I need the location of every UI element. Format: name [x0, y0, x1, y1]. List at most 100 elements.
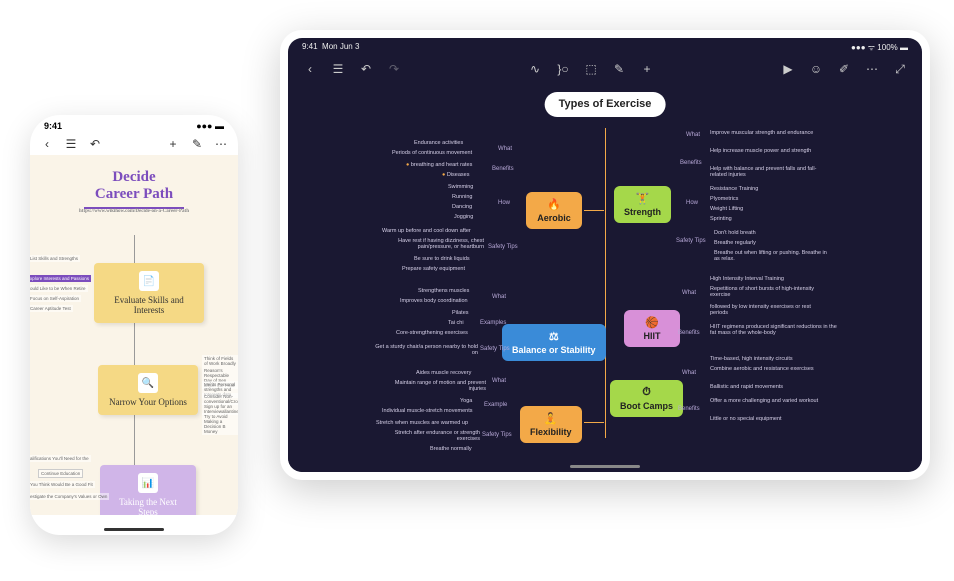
- style-icon[interactable]: ✎: [190, 137, 204, 151]
- redo-icon[interactable]: ↷: [386, 61, 402, 77]
- leaf[interactable]: Improve muscular strength and endurance: [710, 130, 820, 136]
- back-icon[interactable]: ‹: [302, 61, 318, 77]
- outline-icon[interactable]: ☰: [64, 137, 78, 151]
- sublabel: How: [686, 200, 698, 206]
- branch-aerobic[interactable]: 🔥 Aerobic: [526, 192, 582, 229]
- leaf[interactable]: Endurance activities: [414, 140, 463, 146]
- leaf[interactable]: Resistance Training: [710, 186, 758, 192]
- leaf[interactable]: Strengthens muscles: [418, 288, 469, 294]
- mini-leaf[interactable]: Try to Avoid Making a Decision B Money: [202, 413, 238, 435]
- mini-leaf[interactable]: ould Like to be When Retire: [30, 285, 88, 292]
- mini-leaf[interactable]: Continue Education: [38, 469, 83, 478]
- root-node[interactable]: Types of Exercise: [545, 92, 666, 117]
- summary-icon[interactable]: ⬚: [583, 61, 599, 77]
- phone-mockup: 9:41 ●●● ▬ ‹ ☰ ↶ + ✎ ⋯ Decide Career Pat…: [30, 115, 238, 535]
- leaf[interactable]: ● breathing and heart rates: [406, 162, 472, 168]
- leaf[interactable]: Core-strengthening exercises: [396, 330, 468, 336]
- mini-leaf[interactable]: You Think Would Be a Good Fit: [30, 481, 95, 488]
- time: 9:41: [44, 121, 62, 131]
- sublabel: Benefits: [678, 330, 700, 336]
- emoji-icon[interactable]: ☺: [808, 61, 824, 77]
- leaf[interactable]: Tai chi: [448, 320, 464, 326]
- leaf[interactable]: Improves body coordination: [400, 298, 468, 304]
- leaf[interactable]: Maintain range of motion and prevent inj…: [376, 380, 486, 392]
- node-next[interactable]: 📊 Taking the Next Steps: [100, 465, 196, 515]
- branch-hiit[interactable]: 🏀 HIIT: [624, 310, 680, 347]
- mini-leaf[interactable]: estigate the Company's Values or Own: [30, 493, 109, 500]
- leaf[interactable]: Jogging: [454, 214, 473, 220]
- boundary-icon[interactable]: }○: [555, 61, 571, 77]
- leaf[interactable]: Combine aerobic and resistance exercises: [710, 366, 820, 372]
- leaf[interactable]: Prepare safety equipment: [402, 266, 465, 272]
- branch-flexibility[interactable]: 🧘 Flexibility: [520, 406, 582, 443]
- leaf[interactable]: Breathe out when lifting or pushing. Bre…: [714, 250, 834, 262]
- branch-bootcamps[interactable]: ⏱ Boot Camps: [610, 380, 683, 417]
- leaf[interactable]: Time-based, high intensity circuits: [710, 356, 793, 362]
- ball-icon: 🏀: [634, 316, 670, 329]
- leaf[interactable]: Help increase muscle power and strength: [710, 148, 820, 154]
- mini-leaf[interactable]: List Skills and Strengths: [30, 255, 80, 262]
- mini-leaf[interactable]: Think of Fields of Work Broadly: [202, 355, 238, 367]
- leaf[interactable]: Individual muscle-stretch movements: [382, 408, 472, 414]
- leaf[interactable]: Yoga: [460, 398, 472, 404]
- toolbar: ‹ ☰ ↶ + ✎ ⋯: [30, 133, 238, 155]
- root-node[interactable]: Decide Career Path https://www.wikihow.c…: [64, 169, 204, 214]
- mindmap-canvas[interactable]: Types of Exercise 🔥 Aerobic ⚖ Balance or…: [288, 82, 922, 472]
- leaf[interactable]: Repetitions of short bursts of high-inte…: [710, 286, 820, 298]
- status-bar: 9:41 Mon Jun 3 ●●● ᯤ 100% ▬: [288, 38, 922, 57]
- mini-leaf[interactable]: Focus on Self-Aspiration: [30, 295, 81, 302]
- branch-strength[interactable]: 🏋 Strength: [614, 186, 671, 223]
- leaf[interactable]: Get a sturdy chair/a person nearby to ho…: [368, 344, 478, 356]
- leaf[interactable]: Sprinting: [710, 216, 732, 222]
- leaf[interactable]: Running: [452, 194, 473, 200]
- leaf[interactable]: High Intensity Interval Training: [710, 276, 784, 282]
- leaf[interactable]: Help with balance and prevent falls and …: [710, 166, 830, 178]
- leaf[interactable]: Stretch after endurance or strength exer…: [374, 430, 480, 442]
- leaf[interactable]: Be sure to drink liquids: [414, 256, 470, 262]
- leaf[interactable]: Offer a more challenging and varied work…: [710, 398, 830, 404]
- leaf[interactable]: Warm up before and cool down after: [382, 228, 471, 234]
- sublabel: Examples: [480, 320, 506, 326]
- steps-icon: 📊: [138, 473, 158, 493]
- leaf[interactable]: Weight Lifting: [710, 206, 743, 212]
- style-icon[interactable]: ✐: [836, 61, 852, 77]
- more-icon[interactable]: ⋯: [864, 61, 880, 77]
- leaf[interactable]: Little or no special equipment: [710, 416, 782, 422]
- mindmap-canvas[interactable]: Decide Career Path https://www.wikihow.c…: [30, 155, 238, 515]
- more-icon[interactable]: ⋯: [214, 137, 228, 151]
- leaf[interactable]: Have rest if having dizziness, chest pai…: [374, 238, 484, 250]
- back-icon[interactable]: ‹: [40, 137, 54, 151]
- home-indicator: [570, 465, 640, 468]
- leaf[interactable]: Breathe regularly: [714, 240, 756, 246]
- leaf[interactable]: Pilates: [452, 310, 469, 316]
- leaf[interactable]: ● Diseases: [442, 172, 469, 178]
- leaf[interactable]: Plyometrics: [710, 196, 738, 202]
- node-evaluate[interactable]: 📄 Evaluate Skills and Interests: [94, 263, 204, 323]
- leaf[interactable]: Stretch when muscles are warmed up: [376, 420, 468, 426]
- fullscreen-icon[interactable]: ⤢: [892, 61, 908, 77]
- leaf[interactable]: Aides muscle recovery: [416, 370, 471, 376]
- sublabel: Benefits: [680, 160, 702, 166]
- play-icon[interactable]: ▶: [780, 61, 796, 77]
- leaf[interactable]: HIIT regimens produced significant reduc…: [710, 324, 840, 336]
- mini-leaf[interactable]: xplore Interests and Passions: [30, 275, 91, 282]
- leaf[interactable]: Breathe normally: [430, 446, 472, 452]
- undo-icon[interactable]: ↶: [88, 137, 102, 151]
- mini-leaf[interactable]: alifications You'll Need for the: [30, 455, 91, 462]
- leaf[interactable]: followed by low intensity exercises or r…: [710, 304, 830, 316]
- note-icon[interactable]: ✎: [611, 61, 627, 77]
- outline-icon[interactable]: ☰: [330, 61, 346, 77]
- leaf[interactable]: Dancing: [452, 204, 472, 210]
- mini-leaf[interactable]: Career Aptitude Test: [30, 305, 73, 312]
- add-icon[interactable]: +: [166, 137, 180, 151]
- node-narrow[interactable]: 🔍 Narrow Your Options: [98, 365, 198, 415]
- leaf[interactable]: Don't hold breath: [714, 230, 756, 236]
- sublabel: Safety Tips: [480, 346, 510, 352]
- leaf[interactable]: Ballistic and rapid movements: [710, 384, 783, 390]
- undo-icon[interactable]: ↶: [358, 61, 374, 77]
- sublabel: What: [682, 370, 696, 376]
- leaf[interactable]: Swimming: [448, 184, 473, 190]
- add-icon[interactable]: +: [639, 61, 655, 77]
- leaf[interactable]: Periods of continuous movement: [392, 150, 472, 156]
- relation-icon[interactable]: ∿: [527, 61, 543, 77]
